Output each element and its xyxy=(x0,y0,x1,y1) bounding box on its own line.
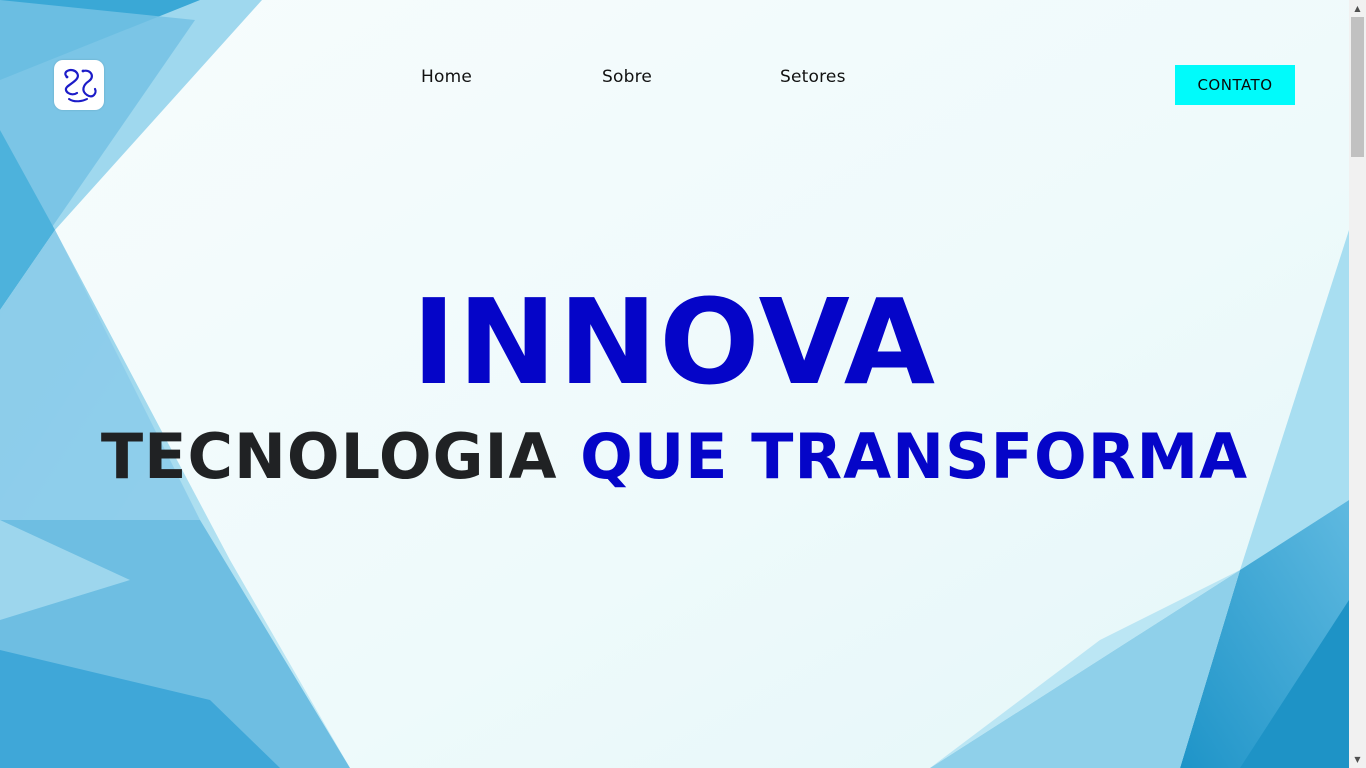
nav-sobre-link[interactable]: Sobre xyxy=(602,66,652,88)
snake-logo-icon xyxy=(64,68,97,103)
arrow-up-icon[interactable]: ▲ xyxy=(1349,0,1366,17)
nav-setores-link[interactable]: Setores xyxy=(780,66,846,88)
logo[interactable] xyxy=(54,60,104,110)
scrollbar-thumb[interactable] xyxy=(1351,17,1364,157)
vertical-scrollbar[interactable]: ▲ ▼ xyxy=(1349,0,1366,768)
hero-title: INNOVA xyxy=(411,273,938,411)
nav-home-link[interactable]: Home xyxy=(421,66,472,88)
hero-subtitle-blue: QUE TRANSFORMA xyxy=(580,420,1249,493)
hero-subtitle-dark: TECNOLOGIA xyxy=(100,420,558,493)
contact-button[interactable]: CONTATO xyxy=(1175,65,1295,105)
arrow-down-icon[interactable]: ▼ xyxy=(1349,751,1366,768)
hero-subtitle: TECNOLOGIA QUE TRANSFORMA xyxy=(0,420,1349,494)
landing-page: Home Sobre Setores CONTATO INNOVA TECNOL… xyxy=(0,0,1366,768)
